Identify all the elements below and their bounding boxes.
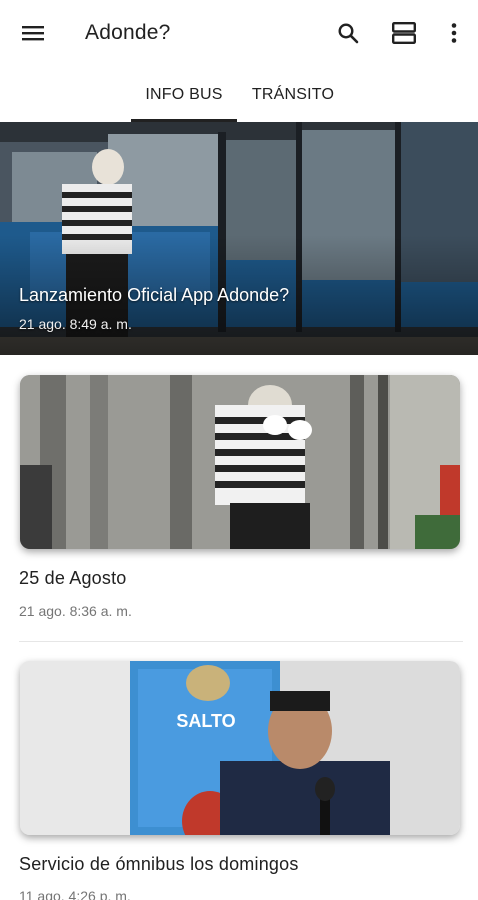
article-card[interactable]: SALTO Servicio de ómnibus los domingos 1… xyxy=(0,661,478,900)
svg-text:SALTO: SALTO xyxy=(176,711,235,731)
view-agenda-icon[interactable] xyxy=(387,16,421,50)
article-date: 21 ago. 8:36 a. m. xyxy=(19,603,132,619)
app-bar: Adonde? xyxy=(0,0,478,68)
tab-transito[interactable]: TRÁNSITO xyxy=(242,68,344,122)
article-image xyxy=(20,375,460,549)
tab-bar: INFO BUS TRÁNSITO xyxy=(0,68,478,122)
app-title: Adonde? xyxy=(85,21,171,44)
search-icon[interactable] xyxy=(331,16,365,50)
featured-article-title: Lanzamiento Oficial App Adonde? xyxy=(19,285,290,305)
divider xyxy=(19,641,463,642)
article-card[interactable]: 25 de Agosto 21 ago. 8:36 a. m. xyxy=(0,375,478,641)
featured-article[interactable]: Lanzamiento Oficial App Adonde? 21 ago. … xyxy=(0,122,478,355)
article-title: Servicio de ómnibus los domingos xyxy=(19,854,299,874)
article-title: 25 de Agosto xyxy=(19,568,127,588)
article-image: SALTO xyxy=(20,661,460,835)
more-vert-icon[interactable] xyxy=(437,16,471,50)
hamburger-menu-icon[interactable] xyxy=(16,18,50,48)
article-date: 11 ago. 4:26 p. m. xyxy=(19,888,131,900)
tab-info-bus[interactable]: INFO BUS xyxy=(131,68,237,122)
featured-article-date: 21 ago. 8:49 a. m. xyxy=(19,316,132,332)
